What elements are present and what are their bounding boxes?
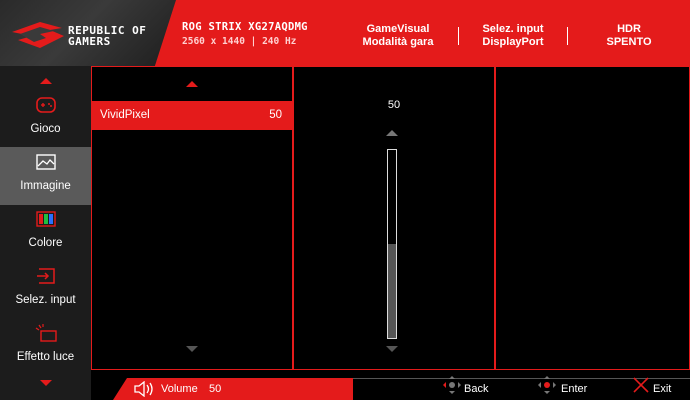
submenu-scroll-up-icon[interactable] [186, 81, 198, 87]
header-divider [458, 27, 459, 45]
image-icon [36, 154, 56, 170]
submenu-scroll-down-icon[interactable] [186, 346, 198, 352]
gamevisual-value: Modalità gara [362, 36, 434, 48]
sidebar-item-immagine[interactable]: Immagine [0, 147, 91, 205]
joystick-back-icon [443, 376, 461, 394]
sidebar-item-selez-input[interactable]: Selez. input [0, 261, 91, 319]
input-icon [37, 268, 55, 284]
sidebar-item-effetto-luce[interactable]: Effetto luce [0, 318, 91, 376]
detail-panel [495, 66, 690, 370]
sidebar-item-label: Gioco [30, 123, 61, 135]
sidebar: Gioco Immagine Colore Selez. input Effet… [0, 66, 91, 400]
submenu-panel: VividPixel 50 [91, 66, 293, 370]
volume-label: Volume [161, 383, 198, 395]
joystick-enter-icon [538, 376, 556, 394]
input-value: DisplayPort [482, 36, 544, 48]
enter-button[interactable]: Enter [537, 375, 601, 397]
sidebar-item-label: Selez. input [15, 294, 76, 306]
brand-text: REPUBLIC OF GAMERS [68, 25, 146, 47]
hdr-label: HDR [617, 23, 641, 35]
back-label: Back [464, 383, 489, 395]
speaker-icon [134, 381, 153, 397]
rog-logo: REPUBLIC OF GAMERS [0, 0, 176, 66]
option-label: VividPixel [100, 109, 150, 121]
volume-shortcut[interactable]: Volume 50 [113, 378, 353, 400]
header-divider [567, 27, 568, 45]
light-effect-icon [35, 324, 57, 342]
option-vividpixel[interactable]: VividPixel 50 [92, 101, 292, 130]
slider-value: 50 [387, 99, 401, 111]
close-icon [633, 377, 649, 393]
footer-bar: Volume 50 Back Enter Exit [91, 370, 690, 400]
sidebar-item-label: Immagine [20, 180, 71, 192]
sidebar-scroll-up-icon[interactable] [40, 78, 52, 84]
back-button[interactable]: Back [442, 375, 502, 397]
sidebar-item-label: Effetto luce [16, 351, 75, 363]
sidebar-item-colore[interactable]: Colore [0, 204, 91, 262]
hdr-value: SPENTO [606, 36, 652, 48]
model-name: ROG STRIX XG27AQDMG [182, 21, 308, 33]
slider-panel: 50 [293, 66, 495, 370]
gamevisual-status: GameVisual Modalità gara [348, 23, 448, 49]
sidebar-item-gioco[interactable]: Gioco [0, 90, 91, 148]
rog-eye-icon [12, 22, 64, 48]
color-icon [36, 211, 56, 227]
slider-fill [388, 244, 396, 338]
option-value: 50 [269, 109, 282, 121]
volume-value: 50 [209, 383, 222, 395]
hdr-status: HDR SPENTO [590, 23, 668, 49]
slider-decrease-icon[interactable] [386, 346, 398, 352]
brand-line2: GAMERS [68, 35, 111, 48]
gamepad-icon [36, 97, 56, 113]
exit-button[interactable]: Exit [631, 375, 681, 397]
vividpixel-slider[interactable] [387, 149, 397, 339]
model-spec: 2560 x 1440 | 240 Hz [182, 36, 297, 47]
gamevisual-label: GameVisual [366, 23, 430, 35]
input-status: Selez. input DisplayPort [462, 23, 564, 49]
input-label: Selez. input [482, 23, 544, 35]
exit-label: Exit [653, 383, 672, 395]
model-info: ROG STRIX XG27AQDMG 2560 x 1440 | 240 Hz [182, 21, 332, 47]
header-bar: REPUBLIC OF GAMERS ROG STRIX XG27AQDMG 2… [0, 0, 690, 66]
enter-label: Enter [561, 383, 588, 395]
slider-increase-icon[interactable] [386, 130, 398, 136]
sidebar-scroll-down-icon[interactable] [40, 380, 52, 386]
sidebar-item-label: Colore [28, 237, 63, 249]
